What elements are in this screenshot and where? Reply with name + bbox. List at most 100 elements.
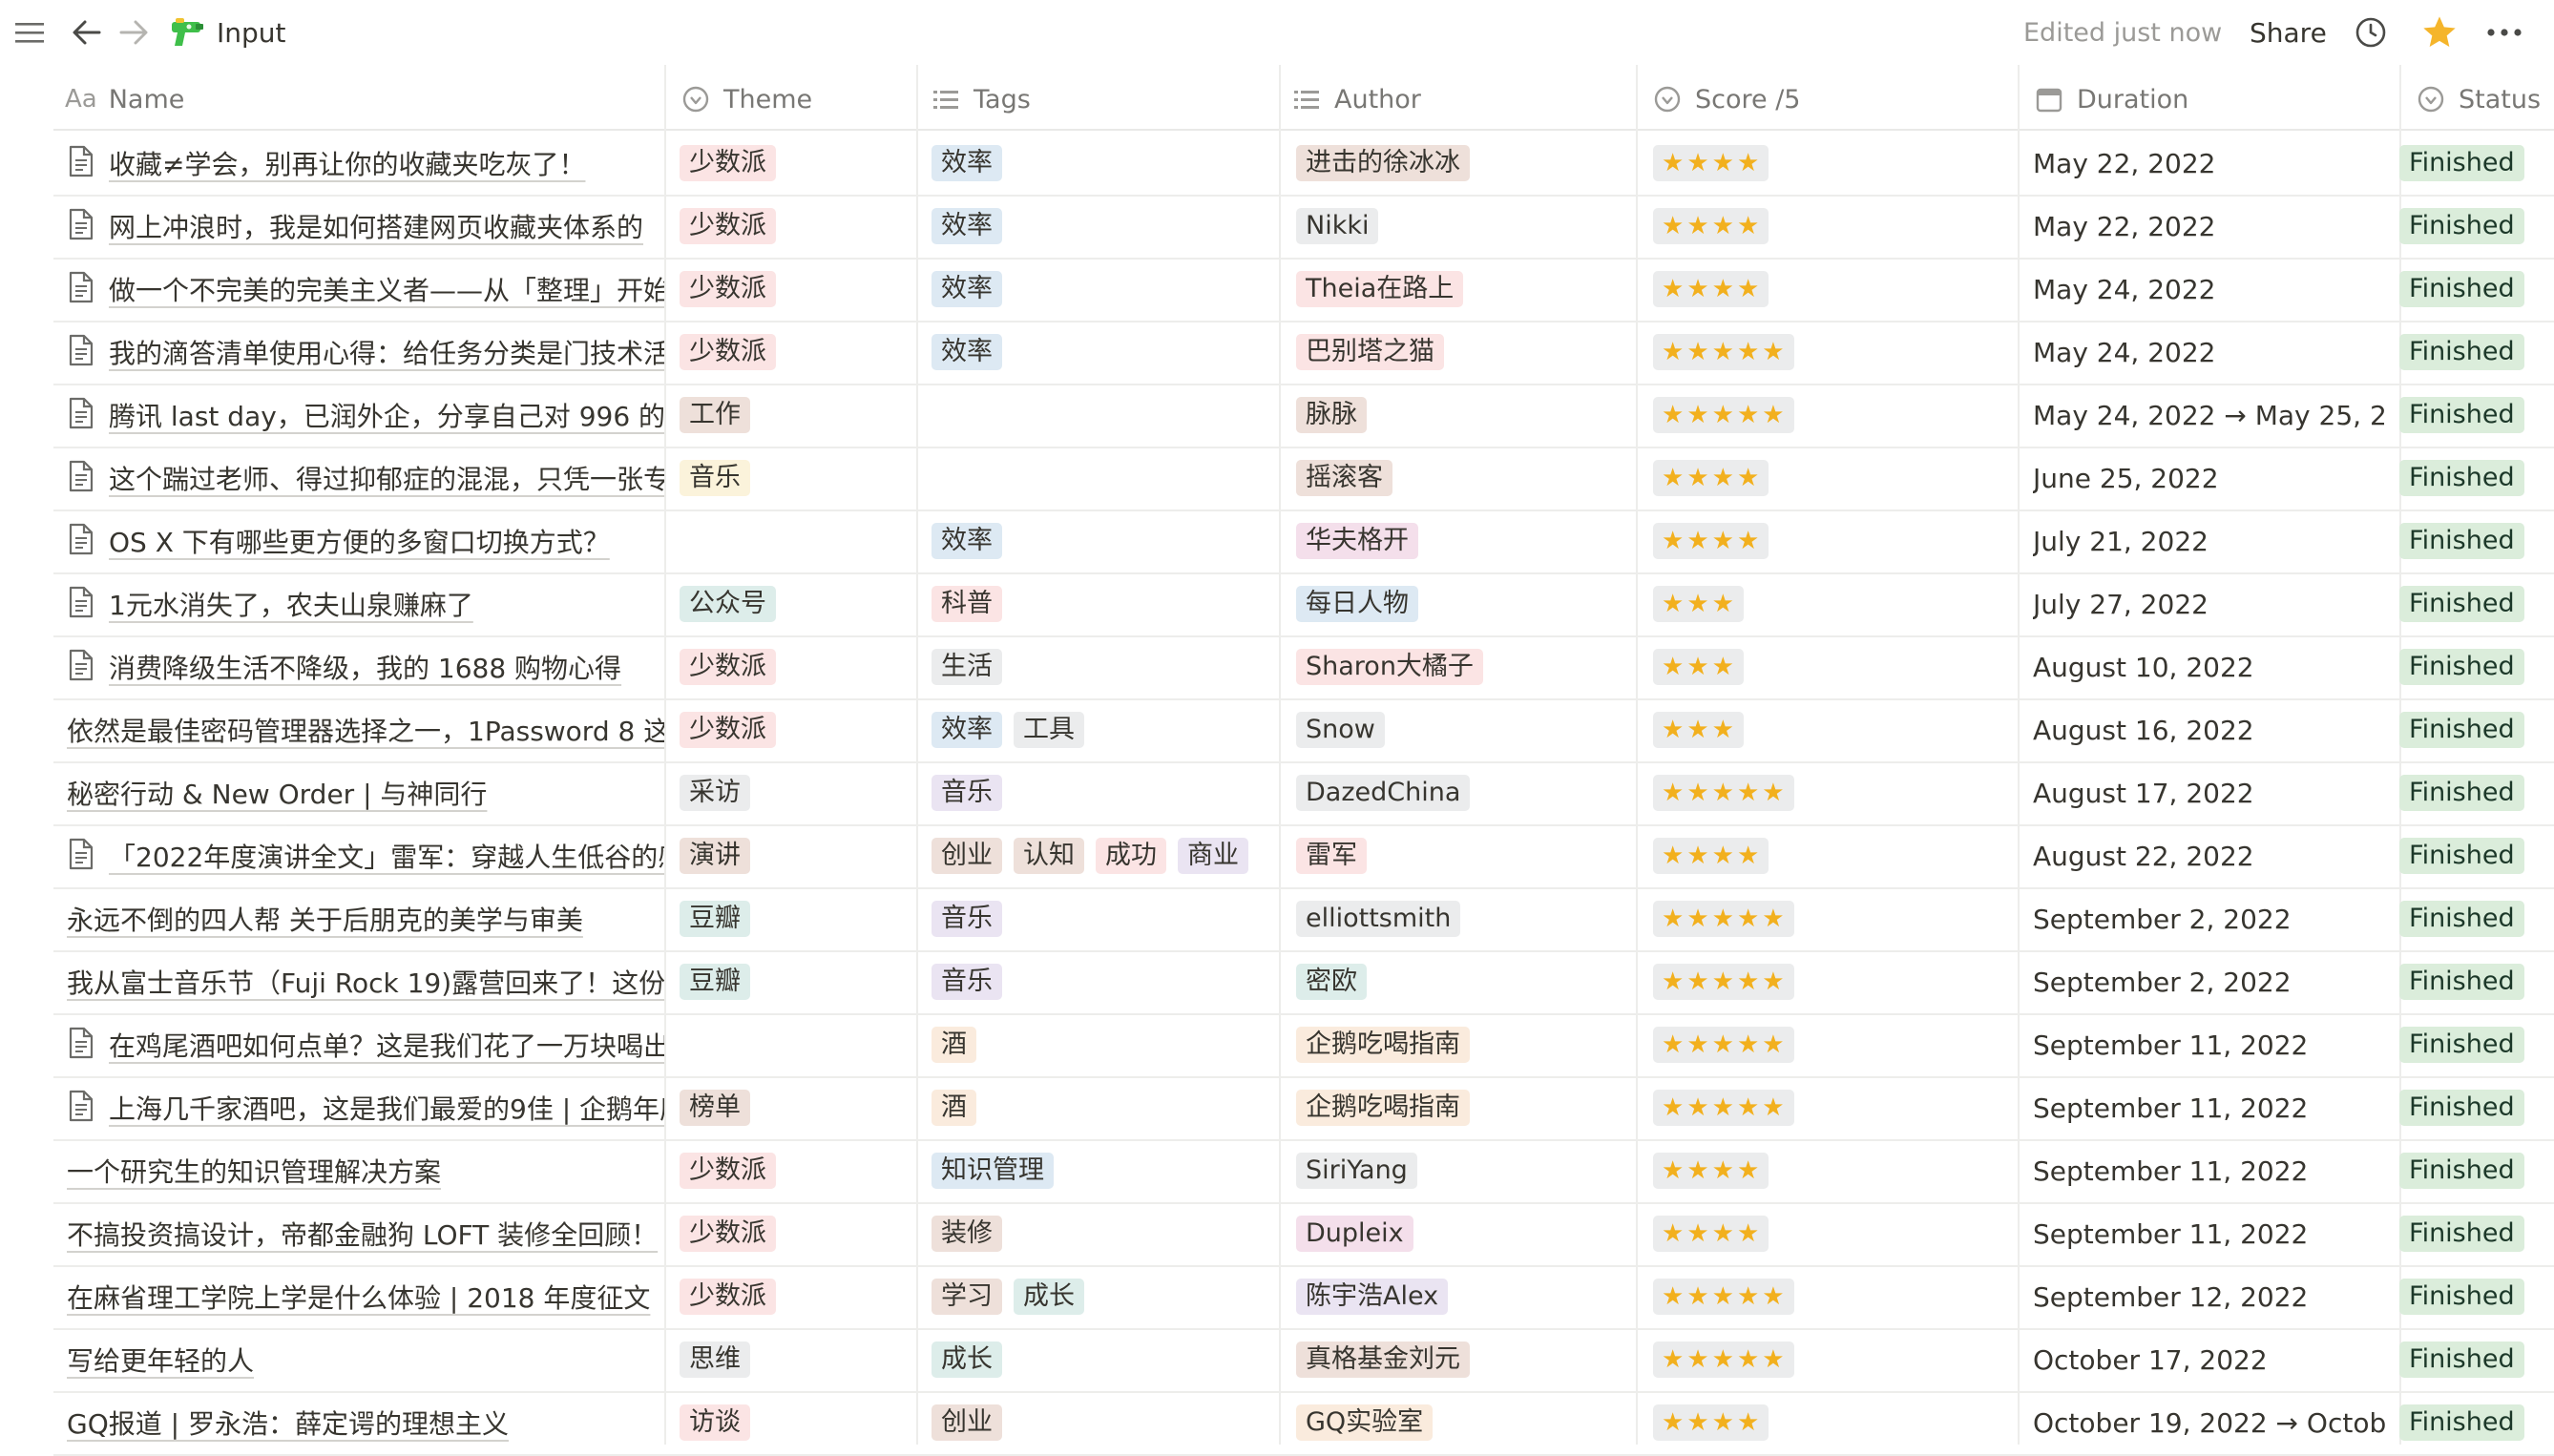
table-row[interactable]: 「2022年度演讲全文」雷军：穿越人生低谷的感悟 演讲 创业 认知 成功 商业 雷军 ★ ★ ★ ★… xyxy=(53,824,2554,889)
author-cell[interactable]: 华夫格开 xyxy=(1296,510,1640,572)
theme-cell[interactable]: 榜单 xyxy=(680,1076,918,1139)
status-cell[interactable]: Finished xyxy=(2399,258,2554,321)
theme-cell[interactable]: 少数派 xyxy=(680,698,918,761)
column-header-author[interactable]: Author xyxy=(1292,80,1421,118)
row-title[interactable]: 「2022年度演讲全文」雷军：穿越人生低谷的感悟 xyxy=(109,837,664,875)
name-cell[interactable]: 「2022年度演讲全文」雷军：穿越人生低谷的感悟 xyxy=(53,824,664,887)
duration-cell[interactable]: May 24, 2022 xyxy=(2033,321,2386,384)
duration-cell[interactable]: September 11, 2022 xyxy=(2033,1139,2386,1202)
duration-cell[interactable]: August 10, 2022 xyxy=(2033,635,2386,698)
score-cell[interactable]: ★ ★ ★ ★ xyxy=(1653,824,2016,887)
row-title[interactable]: 永远不倒的四人帮 关于后朋克的美学与审美 xyxy=(67,900,583,938)
status-cell[interactable]: Finished xyxy=(2399,698,2554,761)
name-cell[interactable]: 永远不倒的四人帮 关于后朋克的美学与审美 xyxy=(53,887,664,950)
name-cell[interactable]: 收藏≠学会，别再让你的收藏夹吃灰了！ xyxy=(53,132,664,195)
author-cell[interactable]: 真格基金刘元 xyxy=(1296,1328,1640,1391)
table-row[interactable]: 消费降级生活不降级，我的 1688 购物心得 少数派 生活 Sharon大橘子 ★ ★ ★ A… xyxy=(53,635,2554,700)
row-title[interactable]: 在鸡尾酒吧如何点单？这是我们花了一万块喝出来的 xyxy=(109,1026,664,1064)
tags-cell[interactable]: 酒 xyxy=(932,1013,1283,1076)
tags-cell[interactable] xyxy=(932,447,1283,510)
forward-button[interactable] xyxy=(117,0,150,65)
name-cell[interactable]: 这个踹过老师、得过抑郁症的混混，只凭一张专辑 xyxy=(53,447,664,510)
name-cell[interactable]: 做一个不完美的完美主义者——从「整理」开始 xyxy=(53,258,664,321)
status-cell[interactable]: Finished xyxy=(2399,195,2554,258)
more-options-button[interactable] xyxy=(2485,0,2523,65)
name-cell[interactable]: 依然是最佳密码管理器选择之一，1Password 8 这些 xyxy=(53,698,664,761)
status-cell[interactable]: Finished xyxy=(2399,1328,2554,1391)
status-cell[interactable]: Finished xyxy=(2399,1076,2554,1139)
name-cell[interactable]: 在麻省理工学院上学是什么体验 | 2018 年度征文 xyxy=(53,1265,664,1328)
theme-cell[interactable]: 少数派 xyxy=(680,321,918,384)
theme-cell[interactable]: 豆瓣 xyxy=(680,887,918,950)
tags-cell[interactable]: 效率 工具 xyxy=(932,698,1283,761)
column-header-theme[interactable]: Theme xyxy=(681,80,812,118)
author-cell[interactable]: DazedChina xyxy=(1296,761,1640,824)
score-cell[interactable]: ★ ★ ★ ★ ★ xyxy=(1653,761,2016,824)
theme-cell[interactable] xyxy=(680,510,918,572)
page-icon[interactable] xyxy=(168,0,204,65)
row-title[interactable]: 在麻省理工学院上学是什么体验 | 2018 年度征文 xyxy=(67,1278,650,1316)
duration-cell[interactable]: July 27, 2022 xyxy=(2033,572,2386,635)
table-row[interactable]: 上海几千家酒吧，这是我们最爱的9佳 | 企鹅年度 榜单酒企鹅吃喝指南 ★ ★ ★ ★ ★ Se… xyxy=(53,1076,2554,1141)
tags-cell[interactable]: 效率 xyxy=(932,258,1283,321)
table-row[interactable]: 依然是最佳密码管理器选择之一，1Password 8 这些 少数派 效率 工具 Snow… xyxy=(53,698,2554,763)
score-cell[interactable]: ★ ★ ★ ★ xyxy=(1653,1391,2016,1454)
table-row[interactable]: 1元水消失了，农夫山泉赚麻了 公众号 科普 每日人物 ★ ★ ★ July 27, 2022 F… xyxy=(53,572,2554,637)
author-cell[interactable]: GQ实验室 xyxy=(1296,1391,1640,1454)
duration-cell[interactable]: September 2, 2022 xyxy=(2033,887,2386,950)
row-title[interactable]: 写给更年轻的人 xyxy=(67,1341,254,1379)
column-header-tags[interactable]: Tags xyxy=(932,80,1031,118)
author-cell[interactable]: 脉脉 xyxy=(1296,384,1640,447)
row-title[interactable]: 做一个不完美的完美主义者——从「整理」开始 xyxy=(109,270,664,308)
score-cell[interactable]: ★ ★ ★ ★ ★ xyxy=(1653,1013,2016,1076)
author-cell[interactable]: elliottsmith xyxy=(1296,887,1640,950)
duration-cell[interactable]: May 24, 2022 xyxy=(2033,258,2386,321)
score-cell[interactable]: ★ ★ ★ ★ xyxy=(1653,132,2016,195)
author-cell[interactable]: 企鹅吃喝指南 xyxy=(1296,1076,1640,1139)
tags-cell[interactable]: 音乐 xyxy=(932,887,1283,950)
status-cell[interactable]: Finished xyxy=(2399,1391,2554,1454)
score-cell[interactable]: ★ ★ ★ ★ xyxy=(1653,258,2016,321)
table-row[interactable]: 写给更年轻的人 思维 成长 真格基金刘元 ★ ★ ★ ★ ★ October 17, 2022 Fi… xyxy=(53,1328,2554,1393)
status-cell[interactable]: Finished xyxy=(2399,761,2554,824)
table-row[interactable]: 腾讯 last day，已润外企，分享自己对 996 的看法 工作 脉脉 ★ ★ ★ ★ ★ M… xyxy=(53,384,2554,448)
status-cell[interactable]: Finished xyxy=(2399,824,2554,887)
duration-cell[interactable]: June 25, 2022 xyxy=(2033,447,2386,510)
theme-cell[interactable]: 采访 xyxy=(680,761,918,824)
score-cell[interactable]: ★ ★ ★ ★ ★ xyxy=(1653,1265,2016,1328)
author-cell[interactable]: Dupleix xyxy=(1296,1202,1640,1265)
duration-cell[interactable]: August 22, 2022 xyxy=(2033,824,2386,887)
name-cell[interactable]: 在鸡尾酒吧如何点单？这是我们花了一万块喝出来的 xyxy=(53,1013,664,1076)
status-cell[interactable]: Finished xyxy=(2399,572,2554,635)
author-cell[interactable]: SiriYang xyxy=(1296,1139,1640,1202)
score-cell[interactable]: ★ ★ ★ ★ xyxy=(1653,1202,2016,1265)
table-row[interactable]: OS X 下有哪些更方便的多窗口切换方式？ 效率 华夫格开 ★ ★ ★ ★ July 21, … xyxy=(53,510,2554,574)
author-cell[interactable]: Snow xyxy=(1296,698,1640,761)
duration-cell[interactable]: September 11, 2022 xyxy=(2033,1202,2386,1265)
tags-cell[interactable]: 学习 成长 xyxy=(932,1265,1283,1328)
back-button[interactable] xyxy=(71,0,103,65)
table-row[interactable]: 永远不倒的四人帮 关于后朋克的美学与审美 豆瓣 音乐 elliottsmith ★ ★ ★ ★… xyxy=(53,887,2554,952)
tags-cell[interactable]: 生活 xyxy=(932,635,1283,698)
theme-cell[interactable]: 公众号 xyxy=(680,572,918,635)
status-cell[interactable]: Finished xyxy=(2399,950,2554,1013)
status-cell[interactable]: Finished xyxy=(2399,510,2554,572)
theme-cell[interactable]: 少数派 xyxy=(680,258,918,321)
table-row[interactable]: 一个研究生的知识管理解决方案 少数派 知识管理 SiriYang ★ ★ ★ ★ Septemb… xyxy=(53,1139,2554,1204)
author-cell[interactable]: Sharon大橘子 xyxy=(1296,635,1640,698)
theme-cell[interactable]: 思维 xyxy=(680,1328,918,1391)
table-row[interactable]: 在麻省理工学院上学是什么体验 | 2018 年度征文 少数派 学习 成长 陈宇浩Alex… xyxy=(53,1265,2554,1330)
score-cell[interactable]: ★ ★ ★ xyxy=(1653,635,2016,698)
row-title[interactable]: 消费降级生活不降级，我的 1688 购物心得 xyxy=(109,648,621,686)
column-header-status[interactable]: Status xyxy=(2417,80,2541,118)
table-row[interactable]: GQ报道 | 罗永浩：薛定谔的理想主义 访谈 创业 GQ实验室 ★ ★ ★ ★ October … xyxy=(53,1391,2554,1456)
row-title[interactable]: 不搞投资搞设计，帝都金融狗 LOFT 装修全回顾！ xyxy=(67,1215,658,1253)
theme-cell[interactable]: 少数派 xyxy=(680,1265,918,1328)
author-cell[interactable]: 陈宇浩Alex xyxy=(1296,1265,1640,1328)
row-title[interactable]: 收藏≠学会，别再让你的收藏夹吃灰了！ xyxy=(109,144,585,182)
row-title[interactable]: 我从富士音乐节（Fuji Rock 19)露营回来了！这份攻略 xyxy=(67,963,664,1001)
row-title[interactable]: GQ报道 | 罗永浩：薛定谔的理想主义 xyxy=(67,1404,509,1442)
name-cell[interactable]: 我从富士音乐节（Fuji Rock 19)露营回来了！这份攻略 xyxy=(53,950,664,1013)
row-title[interactable]: OS X 下有哪些更方便的多窗口切换方式？ xyxy=(109,522,610,560)
status-cell[interactable]: Finished xyxy=(2399,1139,2554,1202)
